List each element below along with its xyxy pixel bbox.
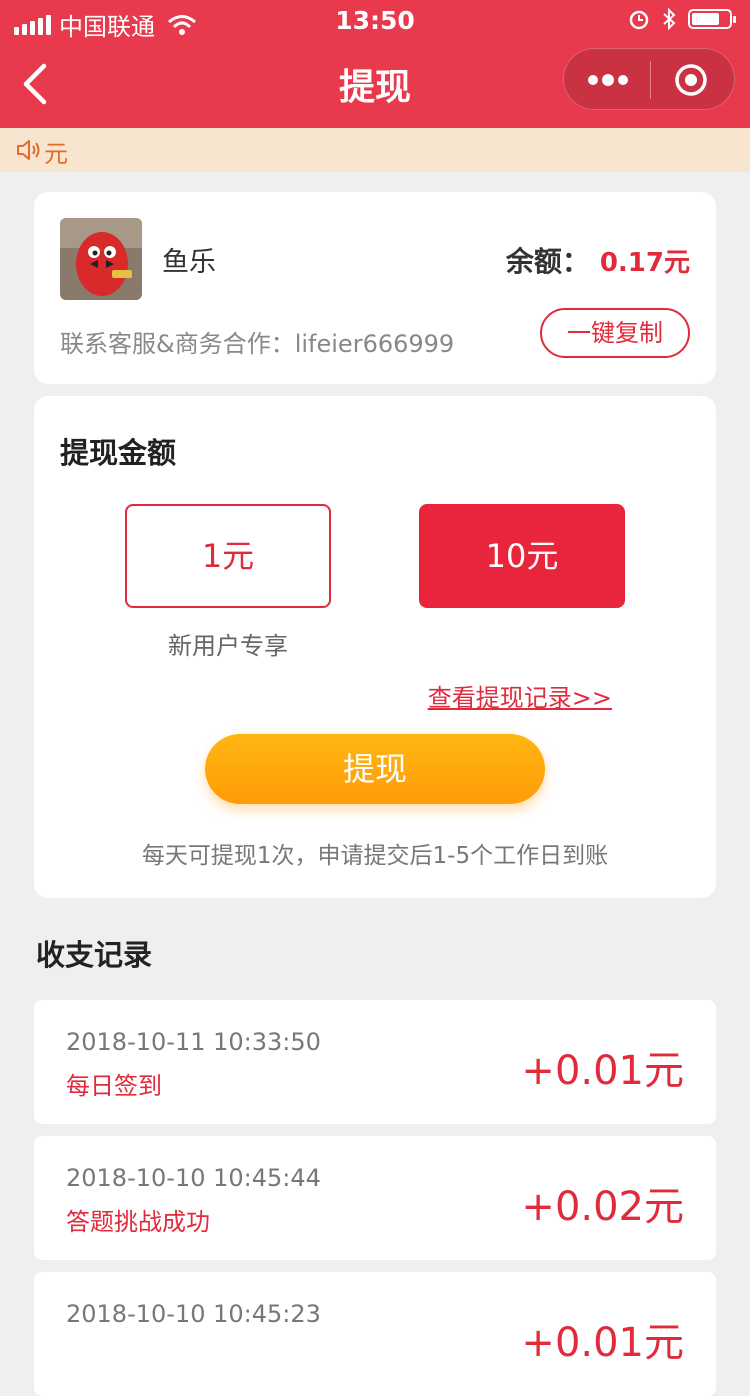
record-amount: +0.01元 xyxy=(521,1048,684,1094)
notice-text: 元 xyxy=(44,140,68,168)
record-time: 2018-10-10 10:45:44 xyxy=(66,1164,321,1192)
bluetooth-icon xyxy=(663,8,676,30)
record-time: 2018-10-11 10:33:50 xyxy=(66,1028,321,1056)
record-amount: +0.02元 xyxy=(521,1184,684,1230)
speaker-icon xyxy=(17,140,40,160)
withdraw-card: 提现金额 1元 10元 新用户专享 查看提现记录>> 提现 每天可提现1次，申请… xyxy=(34,396,716,898)
record-item: 2018-10-10 10:45:23 +0.01元 xyxy=(34,1272,716,1396)
amount-option-1[interactable]: 1元 xyxy=(125,504,331,608)
alarm-icon xyxy=(629,10,649,30)
capsule-divider xyxy=(650,61,651,99)
withdraw-note: 每天可提现1次，申请提交后1-5个工作日到账 xyxy=(141,843,609,869)
withdraw-records-link[interactable]: 查看提现记录>> xyxy=(428,678,612,713)
record-item: 2018-10-11 10:33:50 每日签到 +0.01元 xyxy=(34,1000,716,1124)
battery-icon xyxy=(688,9,736,29)
balance-value: 0.17元 xyxy=(599,248,690,278)
balance: 余额： 0.17元 xyxy=(506,240,690,280)
more-dots-icon[interactable] xyxy=(586,69,630,91)
balance-label: 余额： xyxy=(505,245,590,278)
contact-info: 联系客服&商务合作：lifeier666999 xyxy=(60,330,455,358)
notice-bar: 元 xyxy=(0,128,750,172)
mini-program-capsule xyxy=(563,48,735,110)
profile-card: 鱼乐 余额： 0.17元 联系客服&商务合作：lifeier666999 一键复制 xyxy=(34,192,716,384)
record-item: 2018-10-10 10:45:44 答题挑战成功 +0.02元 xyxy=(34,1136,716,1260)
avatar xyxy=(60,218,142,300)
record-desc: 每日签到 xyxy=(66,1072,162,1100)
close-target-icon[interactable] xyxy=(674,63,708,97)
record-amount: +0.01元 xyxy=(521,1320,684,1366)
new-user-note: 新用户专享 xyxy=(168,632,288,660)
withdraw-title: 提现金额 xyxy=(60,436,177,470)
user-name: 鱼乐 xyxy=(162,247,216,278)
record-desc: 答题挑战成功 xyxy=(66,1208,210,1236)
records-title: 收支记录 xyxy=(36,938,153,972)
withdraw-button[interactable]: 提现 xyxy=(205,734,545,804)
status-bar: 中国联通 13:50 xyxy=(0,0,750,41)
record-time: 2018-10-10 10:45:23 xyxy=(66,1300,321,1328)
navigation-bar: 提现 xyxy=(0,40,750,128)
copy-button[interactable]: 一键复制 xyxy=(540,308,690,358)
amount-option-10[interactable]: 10元 xyxy=(419,504,625,608)
